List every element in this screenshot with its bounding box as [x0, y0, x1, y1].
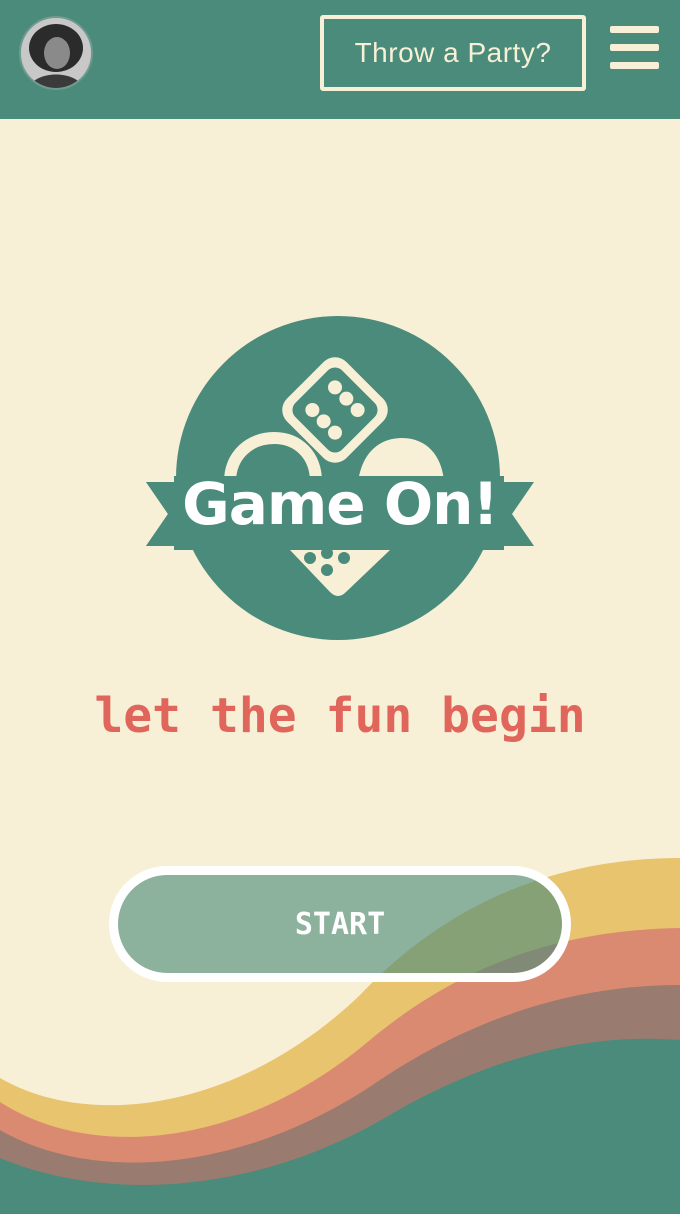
tagline: let the fun begin	[94, 688, 586, 744]
user-avatar[interactable]	[19, 16, 93, 90]
hamburger-menu-icon[interactable]	[610, 26, 660, 72]
throw-a-party-button[interactable]: Throw a Party?	[320, 15, 586, 91]
logo-title: Game On!	[182, 470, 499, 538]
top-bar: Throw a Party?	[0, 0, 680, 119]
start-button[interactable]: START	[109, 866, 571, 982]
